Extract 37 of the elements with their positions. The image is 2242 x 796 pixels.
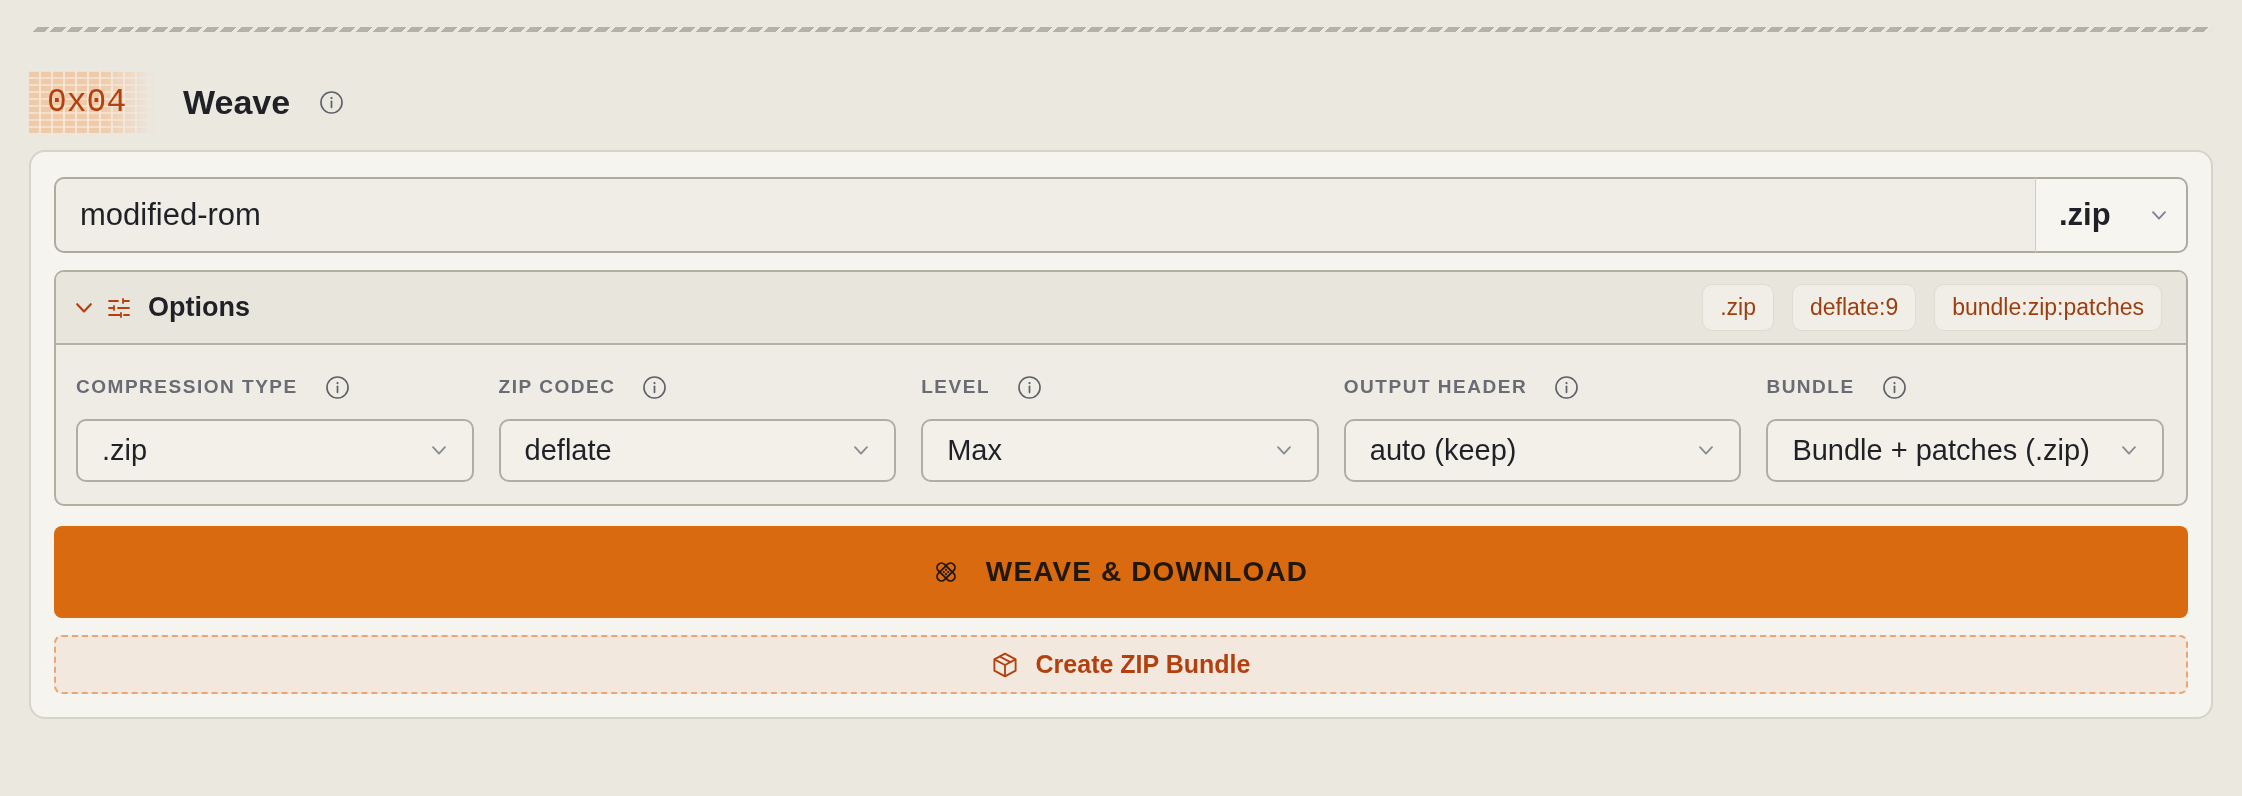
option-tag: bundle:zip:patches [1934,284,2162,331]
chevron-down-icon [854,446,869,455]
options-header[interactable]: Options .zip deflate:9 bundle:zip:patches [56,272,2186,345]
dropdown-select[interactable]: auto (keep) [1343,419,1742,482]
weave-download-button[interactable]: WEAVE & DOWNLOAD [54,526,2188,618]
option-tag: .zip [1702,284,1774,331]
dropdown-select[interactable]: deflate [498,419,897,482]
info-icon[interactable] [1882,375,1906,399]
chevron-down-icon [431,446,446,455]
extension-dropdown[interactable]: .zip [2035,177,2188,253]
field-label: BUNDLE [1766,376,1855,398]
field-label: COMPRESSION TYPE [76,376,298,398]
bandage-icon [933,560,958,584]
info-icon[interactable] [1555,375,1579,399]
chevron-down-icon [2152,210,2166,220]
section-number: 0x04 [29,71,156,133]
dropdown-select[interactable]: .zip [76,419,474,482]
field-label: ZIP CODEC [498,376,616,398]
chevron-down-icon [1699,446,1714,455]
filename-input[interactable]: modified-rom [54,177,2035,253]
dropdown-select[interactable]: Max [921,419,1319,482]
chevron-down-icon [2122,446,2136,455]
chevron-down-icon[interactable] [76,302,92,313]
info-icon[interactable] [643,375,667,399]
info-icon[interactable] [325,375,349,399]
info-icon[interactable] [1018,375,1042,399]
create-bundle-button[interactable]: Create ZIP Bundle [54,635,2188,694]
sliders-icon [108,297,130,318]
chevron-down-icon [1276,446,1291,455]
section-title: Weave [183,82,291,122]
option-tag: deflate:9 [1791,284,1917,331]
info-icon[interactable] [320,90,344,114]
options-title: Options [148,292,250,323]
box-icon [991,651,1018,678]
dropdown-select[interactable]: Bundle + patches (.zip) [1766,419,2164,482]
field-label: LEVEL [921,376,991,398]
field-label: OUTPUT HEADER [1343,376,1528,398]
